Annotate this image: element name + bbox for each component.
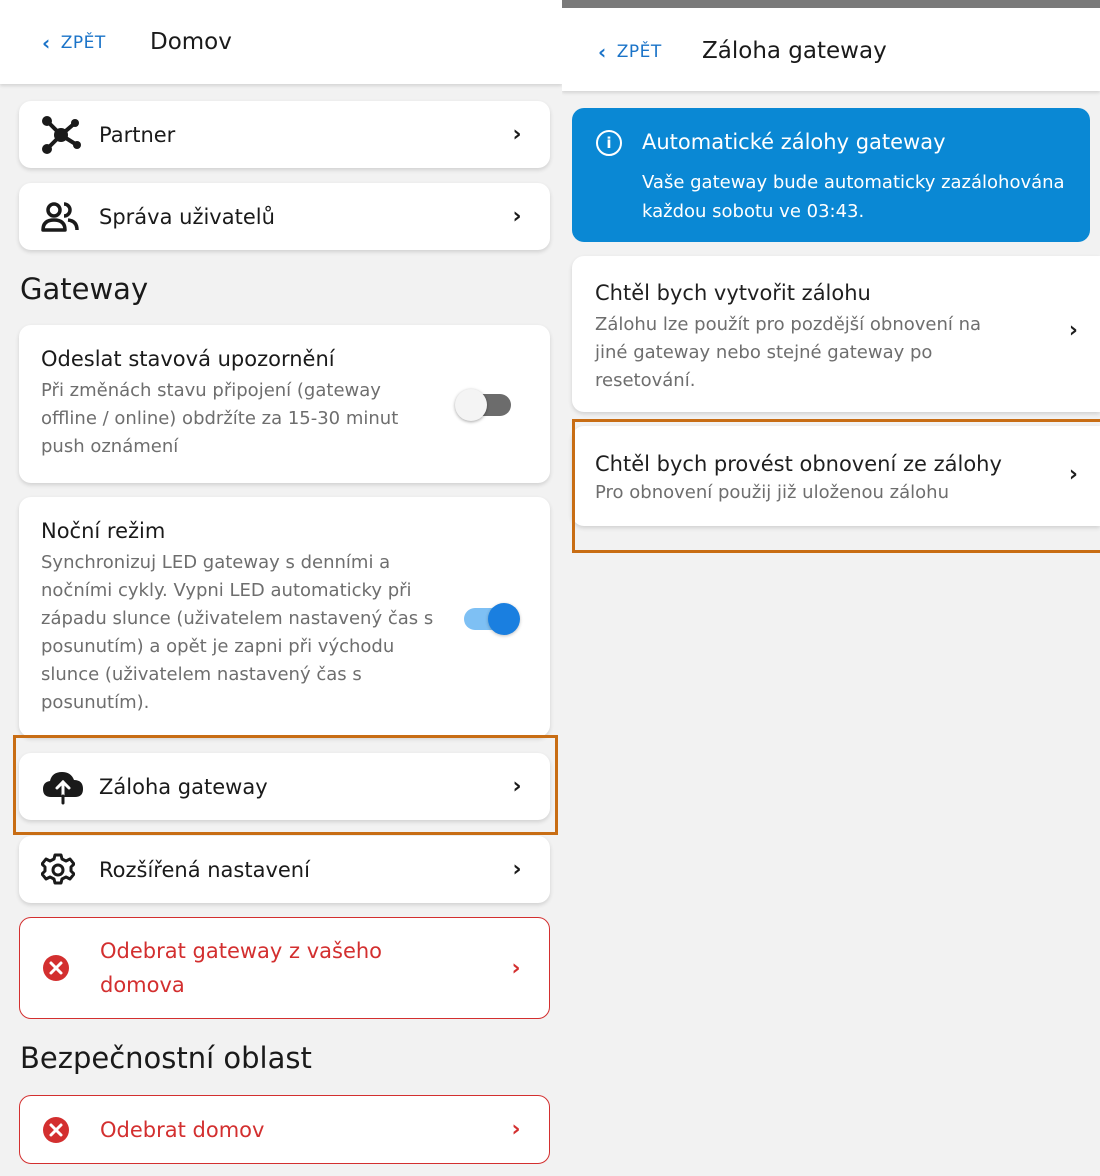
gear-icon (41, 853, 99, 887)
chevron-left-icon: ‹ (42, 31, 51, 55)
back-button[interactable]: ‹ ZPĚT (598, 40, 662, 64)
remove-home-label: Odebrat domov (100, 1117, 265, 1142)
remove-gateway-item[interactable]: Odebrat gateway z vašeho domova › (19, 917, 550, 1019)
banner-text: Vaše gateway bude automaticky zazálohová… (642, 172, 1065, 222)
gateway-backup-screen: ‹ ZPĚT Záloha gateway i Automatické zálo… (562, 0, 1100, 1176)
error-circle-icon (42, 954, 100, 982)
users-icon (41, 201, 99, 233)
highlight-frame (572, 419, 1100, 553)
create-backup-item[interactable]: Chtěl bych vytvořit zálohu Zálohu lze po… (572, 256, 1100, 412)
night-mode-card: Noční režim Synchronizuj LED gateway s d… (19, 497, 550, 737)
chevron-right-icon: › (512, 204, 522, 229)
advanced-settings-item[interactable]: Rozšířená nastavení › (19, 836, 550, 903)
advanced-settings-label: Rozšířená nastavení (99, 857, 310, 882)
info-icon: i (596, 130, 622, 156)
create-backup-title: Chtěl bych vytvořit zálohu (595, 281, 871, 305)
chevron-right-icon: › (512, 122, 522, 147)
night-mode-title: Noční režim (41, 519, 166, 543)
back-label: ZPĚT (60, 33, 106, 53)
partner-item[interactable]: Partner › (19, 101, 550, 168)
status-notifications-description: Při změnách stavu připojení (gateway off… (41, 380, 399, 457)
error-circle-icon (42, 1116, 100, 1144)
chevron-left-icon: ‹ (598, 40, 607, 64)
page-title: Záloha gateway (702, 38, 887, 64)
status-notifications-toggle[interactable] (455, 389, 511, 421)
user-management-label: Správa uživatelů (99, 204, 275, 229)
back-label: ZPĚT (616, 42, 662, 62)
highlight-frame (13, 735, 558, 835)
create-backup-description: Zálohu lze použít pro pozdější obnovení … (595, 314, 982, 391)
page-title: Domov (150, 29, 232, 55)
night-mode-toggle[interactable] (464, 603, 520, 635)
back-button[interactable]: ‹ ZPĚT (42, 31, 106, 55)
auto-backup-banner: i Automatické zálohy gateway Vaše gatewa… (572, 108, 1090, 242)
top-bar: ‹ ZPĚT Záloha gateway (562, 0, 1100, 91)
remove-home-item[interactable]: Odebrat domov › (19, 1095, 550, 1164)
chevron-right-icon: › (511, 955, 521, 981)
gateway-section-title: Gateway (20, 272, 149, 306)
partner-label: Partner (99, 122, 176, 147)
chevron-right-icon: › (512, 857, 522, 882)
chevron-right-icon: › (511, 1117, 521, 1142)
status-notifications-title: Odeslat stavová upozornění (41, 347, 335, 371)
user-management-item[interactable]: Správa uživatelů › (19, 183, 550, 250)
status-notifications-card: Odeslat stavová upozornění Při změnách s… (19, 325, 550, 483)
security-section-title: Bezpečnostní oblast (20, 1041, 312, 1075)
partner-network-icon (41, 115, 99, 155)
remove-gateway-label: Odebrat gateway z vašeho domova (100, 939, 383, 997)
banner-title: Automatické zálohy gateway (642, 130, 946, 154)
chevron-right-icon: › (1068, 318, 1078, 343)
home-settings-screen: ‹ ZPĚT Domov Partner › Správa uživatelů … (0, 0, 562, 1176)
night-mode-description: Synchronizuj LED gateway s denními a noč… (41, 552, 434, 713)
top-bar: ‹ ZPĚT Domov (0, 0, 562, 84)
